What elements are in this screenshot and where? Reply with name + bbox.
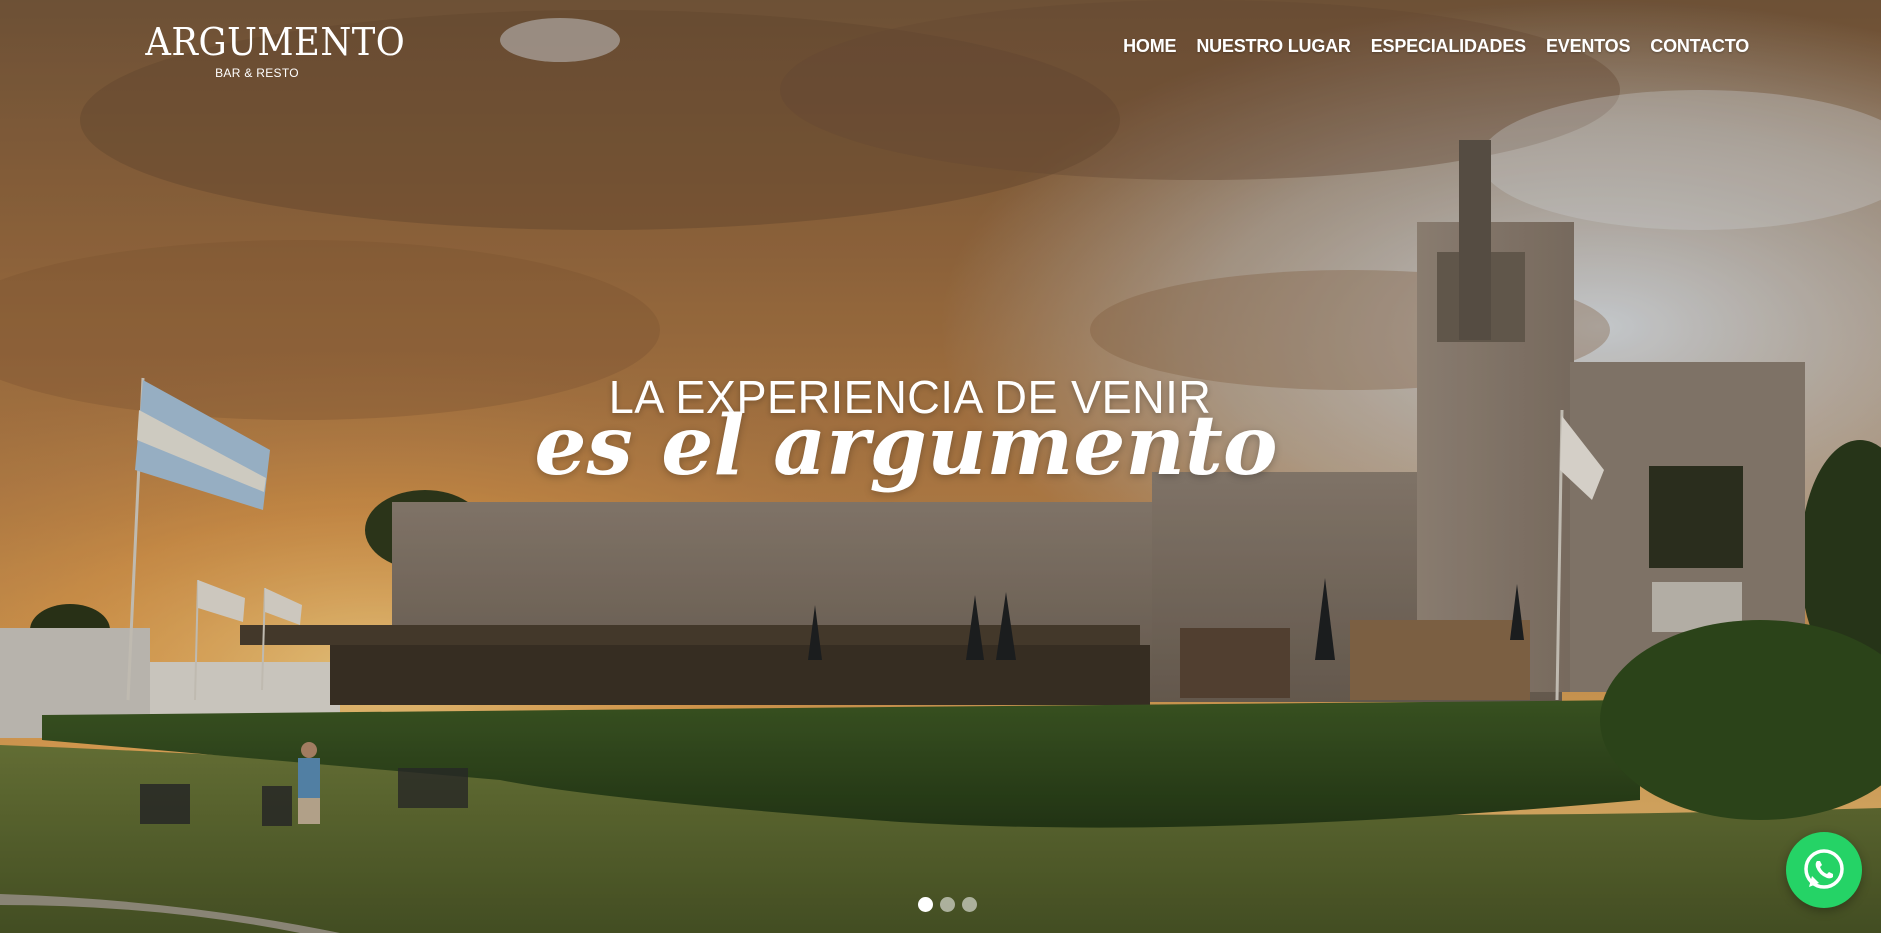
- brand-logo[interactable]: ARGUMENTO BAR & RESTO: [137, 20, 406, 80]
- hero-headline-bottom: es el argumento: [534, 398, 1278, 494]
- nav-item-especialidades[interactable]: ESPECIALIDADES: [1371, 36, 1526, 57]
- brand-name: ARGUMENTO: [145, 20, 406, 64]
- brand-tagline: BAR & RESTO: [215, 66, 299, 80]
- nav-item-nuestro-lugar[interactable]: NUESTRO LUGAR: [1196, 36, 1351, 57]
- nav-item-contacto[interactable]: CONTACTO: [1650, 36, 1749, 57]
- hero-section: ARGUMENTO BAR & RESTO HOME NUESTRO LUGAR…: [0, 0, 1881, 933]
- carousel-dots: [918, 897, 977, 912]
- carousel-dot-3[interactable]: [962, 897, 977, 912]
- carousel-dot-1[interactable]: [918, 897, 933, 912]
- carousel-dot-2[interactable]: [940, 897, 955, 912]
- whatsapp-icon: [1804, 849, 1844, 889]
- main-nav: HOME NUESTRO LUGAR ESPECIALIDADES EVENTO…: [1123, 36, 1749, 57]
- whatsapp-button[interactable]: [1786, 832, 1862, 908]
- nav-item-eventos[interactable]: EVENTOS: [1546, 36, 1630, 57]
- hero-headline: LA EXPERIENCIA DE VENIR es el argumento: [534, 374, 1360, 487]
- nav-item-home[interactable]: HOME: [1123, 36, 1176, 57]
